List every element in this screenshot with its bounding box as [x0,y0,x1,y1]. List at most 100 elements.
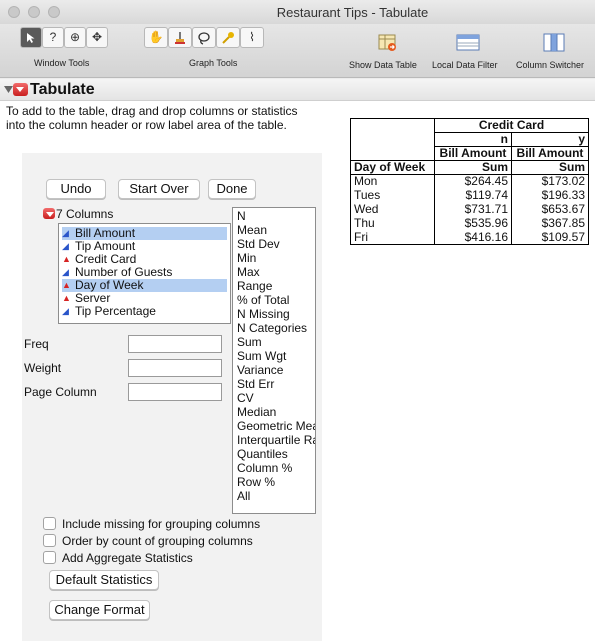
aggregate-statistics-label: Add Aggregate Statistics [62,551,193,565]
row-label: Mon [350,174,435,189]
continuous-icon: ◢ [62,267,69,277]
stat-item[interactable]: Sum Wgt [237,350,286,363]
day-of-week-header[interactable]: Day of Week [350,160,435,175]
stat-item[interactable]: Row % [237,476,275,489]
column-item-bill-amount[interactable]: ◢ Bill Amount [62,227,227,240]
statistics-list[interactable]: N Mean Std Dev Min Max Range % of Total … [232,207,316,514]
lasso-icon[interactable] [192,27,216,48]
brush-icon[interactable] [168,27,192,48]
local-data-filter-button[interactable]: Local Data Filter [432,60,498,70]
order-by-count-checkbox[interactable] [43,534,56,547]
disclosure-triangle-icon[interactable] [4,86,13,94]
level-n-header[interactable]: n [434,132,512,147]
stat-item[interactable]: Std Err [237,378,274,391]
window-title-bar: Restaurant Tips - Tabulate [0,0,595,24]
stat-item[interactable]: N Missing [237,308,290,321]
cell-value: $535.96 [434,216,512,231]
stat-item[interactable]: % of Total [237,294,289,307]
nominal-icon: ▲ [62,254,71,264]
red-triangle-menu-icon[interactable] [13,83,28,96]
stat-item[interactable]: CV [237,392,254,405]
annotate-pin-icon[interactable] [216,27,240,48]
stat-item[interactable]: Range [237,280,272,293]
stat-item[interactable]: Variance [237,364,283,377]
row-label: Fri [350,230,435,245]
stat-item[interactable]: Mean [237,224,267,237]
stat-item[interactable]: Column % [237,462,292,475]
weight-label: Weight [24,361,62,375]
columns-menu-icon[interactable] [43,208,55,219]
move-arrows-icon[interactable]: ✥ [86,27,108,48]
cell-value: $367.85 [511,216,589,231]
weight-field[interactable] [128,359,222,377]
cell-value: $731.71 [434,202,512,217]
instructions-text: To add to the table, drag and drop colum… [6,104,298,132]
column-list[interactable]: ◢ Bill Amount ◢ Tip Amount ▲ Credit Card ◢ N… [58,223,231,324]
column-item-tip-amount[interactable]: ◢ Tip Amount [62,240,227,253]
column-switcher-button[interactable]: Column Switcher [516,60,584,70]
default-statistics-button[interactable]: Default Statistics [49,570,159,590]
change-format-button[interactable]: Change Format [49,600,150,620]
stat-item[interactable]: Sum [237,336,262,349]
show-data-table-icon[interactable] [376,33,400,53]
row-label: Thu [350,216,435,231]
column-item-server[interactable]: ▲ Server [62,292,227,305]
cell-value: $653.67 [511,202,589,217]
column-item-number-of-guests[interactable]: ◢ Number of Guests [62,266,227,279]
tabulate-results-table[interactable]: Credit Card n y Bill Amount Bill Amount … [350,118,589,245]
corner-cell [350,118,435,161]
sum-header-n[interactable]: Sum [434,160,512,175]
tabulate-outline-header[interactable]: Tabulate [0,79,595,101]
row-label: Tues [350,188,435,203]
undo-button[interactable]: Undo [46,179,106,199]
help-question-icon[interactable]: ? [42,27,64,48]
hand-grabber-icon[interactable]: ✋ [144,27,168,48]
stat-item[interactable]: Std Dev [237,238,280,251]
done-button[interactable]: Done [208,179,256,199]
continuous-icon: ◢ [62,241,69,251]
include-missing-label: Include missing for grouping columns [62,517,261,531]
graph-tools-label: Graph Tools [189,58,238,68]
page-column-field[interactable] [128,383,222,401]
cell-value: $196.33 [511,188,589,203]
arrow-pointer-icon[interactable] [20,27,42,48]
toolbar: ? ⊕ ✥ ✋ ⌇ Window Tools Graph Tools Show … [0,24,595,78]
continuous-icon: ◢ [62,228,69,238]
nominal-icon: ▲ [62,293,71,303]
report-content: Tabulate To add to the table, drag and d… [0,79,595,641]
column-item-day-of-week[interactable]: ▲ Day of Week [62,279,227,292]
stat-item[interactable]: Min [237,252,256,265]
cell-value: $109.57 [511,230,589,245]
stat-item[interactable]: Median [237,406,276,419]
column-item-credit-card[interactable]: ▲ Credit Card [62,253,227,266]
table-row: Fri $416.16 $109.57 [350,230,589,245]
level-y-header[interactable]: y [511,132,589,147]
stat-item[interactable]: Geometric Mean [237,420,315,433]
freq-field[interactable] [128,335,222,353]
credit-card-header[interactable]: Credit Card [434,118,589,133]
stat-item[interactable]: N [237,210,246,223]
line-tool-icon[interactable]: ⌇ [240,27,264,48]
stat-item[interactable]: All [237,490,250,503]
window-tools-label: Window Tools [34,58,90,68]
stat-item[interactable]: Max [237,266,260,279]
column-item-tip-percentage[interactable]: ◢ Tip Percentage [62,305,227,318]
page-column-label: Page Column [24,385,97,399]
include-missing-checkbox[interactable] [43,517,56,530]
sum-header-y[interactable]: Sum [511,160,589,175]
start-over-button[interactable]: Start Over [118,179,200,199]
stat-item[interactable]: N Categories [237,322,307,335]
cell-value: $173.02 [511,174,589,189]
local-data-filter-icon[interactable] [456,33,480,53]
crosshair-icon[interactable]: ⊕ [64,27,86,48]
continuous-icon: ◢ [62,306,69,316]
stat-item[interactable]: Interquartile Range [237,434,315,447]
column-switcher-icon[interactable] [542,33,566,53]
show-data-table-button[interactable]: Show Data Table [349,60,417,70]
columns-count-label: 7 Columns [56,207,114,221]
stat-item[interactable]: Quantiles [237,448,288,461]
bill-amount-header-y[interactable]: Bill Amount [511,146,589,161]
aggregate-statistics-checkbox[interactable] [43,551,56,564]
bill-amount-header-n[interactable]: Bill Amount [434,146,512,161]
table-row: Wed $731.71 $653.67 [350,202,589,217]
